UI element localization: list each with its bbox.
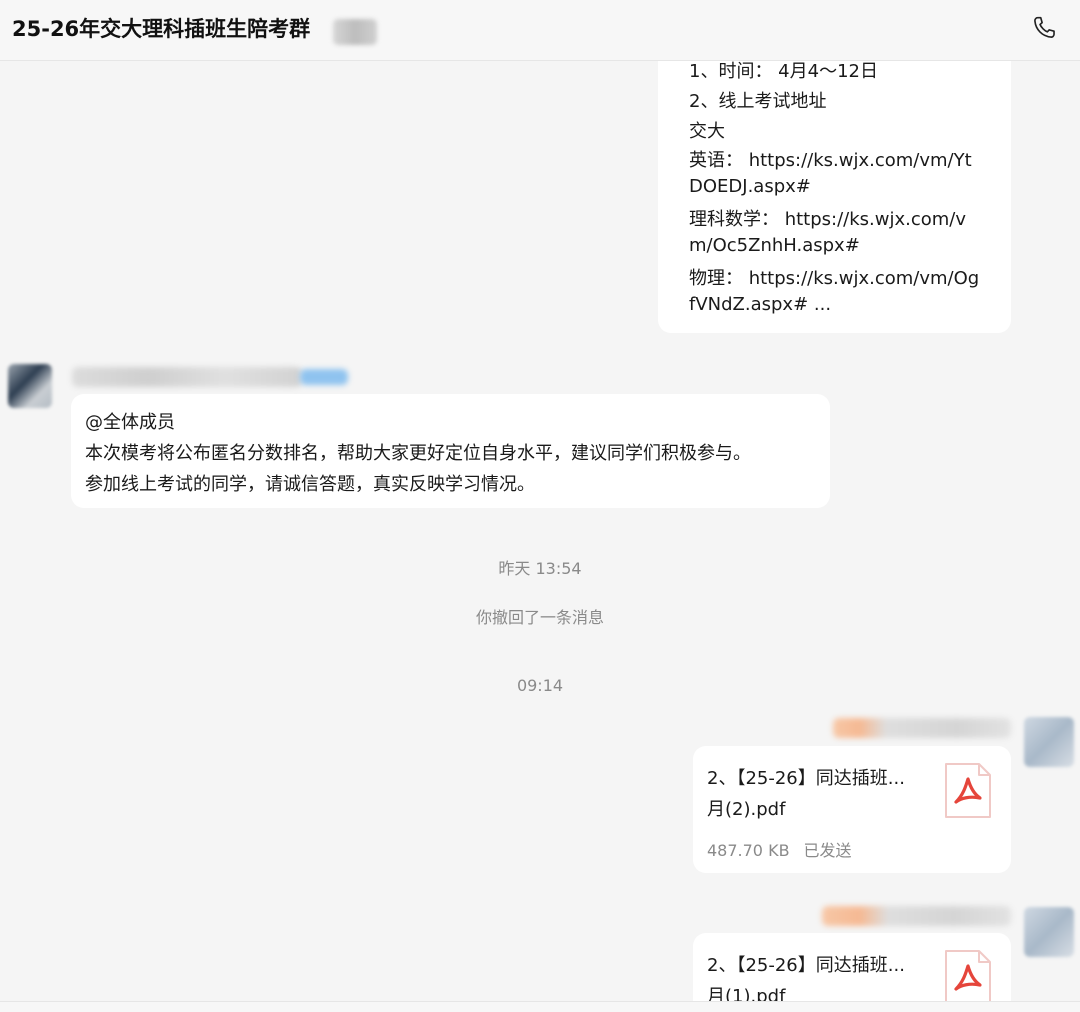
avatar[interactable]	[1024, 717, 1074, 767]
message-bubble-announcement[interactable]: @全体成员 本次模考将公布匿名分数排名，帮助大家更好定位自身水平，建议同学们积极…	[71, 394, 830, 508]
message-line: fVNdZ.aspx# ...	[689, 294, 832, 315]
file-name: 2、【25-26】同达插班...	[707, 768, 905, 789]
message-line: 本次模考将公布匿名分数排名，帮助大家更好定位自身水平，建议同学们积极参与。	[85, 443, 751, 464]
sender-role-badge-blurred	[300, 369, 348, 385]
chat-title[interactable]: 25-26年交大理科插班生陪考群	[12, 13, 310, 43]
sender-name-blurred[interactable]	[72, 367, 302, 387]
message-line: 交大	[689, 121, 725, 142]
message-line: 物理： https://ks.wjx.com/vm/Og	[689, 268, 980, 289]
message-line: DOEDJ.aspx#	[689, 176, 811, 197]
phone-icon[interactable]	[1030, 14, 1058, 42]
system-notice: 你撤回了一条消息	[475, 608, 604, 627]
file-size: 487.70 KB	[707, 841, 790, 860]
timestamp: 09:14	[516, 676, 564, 695]
sender-name-blurred	[833, 718, 1011, 738]
message-line: 理科数学： https://ks.wjx.com/v	[689, 209, 967, 230]
message-line: m/Oc5ZnhH.aspx#	[689, 235, 860, 256]
message-line: 英语： https://ks.wjx.com/vm/Yt	[689, 150, 972, 171]
file-name: 2、【25-26】同达插班...	[707, 955, 905, 976]
message-line: 1、时间： 4月4～12日	[689, 61, 878, 82]
file-message[interactable]: 2、【25-26】同达插班... 月(2).pdf 487.70 KB 已发送	[693, 746, 1011, 873]
file-name: 月(2).pdf	[707, 799, 786, 820]
message-list[interactable]: 1、时间： 4月4～12日 2、线上考试地址 交大 英语： https://ks…	[0, 61, 1080, 1001]
sender-name-blurred	[822, 906, 1011, 926]
chat-header: 25-26年交大理科插班生陪考群	[0, 0, 1080, 61]
message-bubble-exam-info[interactable]: 1、时间： 4月4～12日 2、线上考试地址 交大 英语： https://ks…	[658, 61, 1011, 333]
avatar[interactable]	[8, 364, 52, 408]
avatar[interactable]	[1024, 907, 1074, 957]
file-name: 月(1).pdf	[707, 986, 786, 1001]
pdf-icon	[945, 950, 991, 1001]
member-count-blurred	[333, 19, 377, 45]
message-line: @全体成员	[85, 412, 175, 433]
pdf-icon	[945, 763, 991, 818]
message-line: 2、线上考试地址	[689, 91, 827, 112]
file-status: 已发送	[803, 841, 852, 860]
timestamp: 昨天 13:54	[498, 559, 582, 578]
file-meta: 487.70 KB 已发送	[707, 837, 852, 861]
message-line: 参加线上考试的同学，请诚信答题，真实反映学习情况。	[85, 474, 535, 495]
file-message[interactable]: 2、【25-26】同达插班... 月(1).pdf	[693, 933, 1011, 1001]
input-bar-edge	[0, 1001, 1080, 1012]
